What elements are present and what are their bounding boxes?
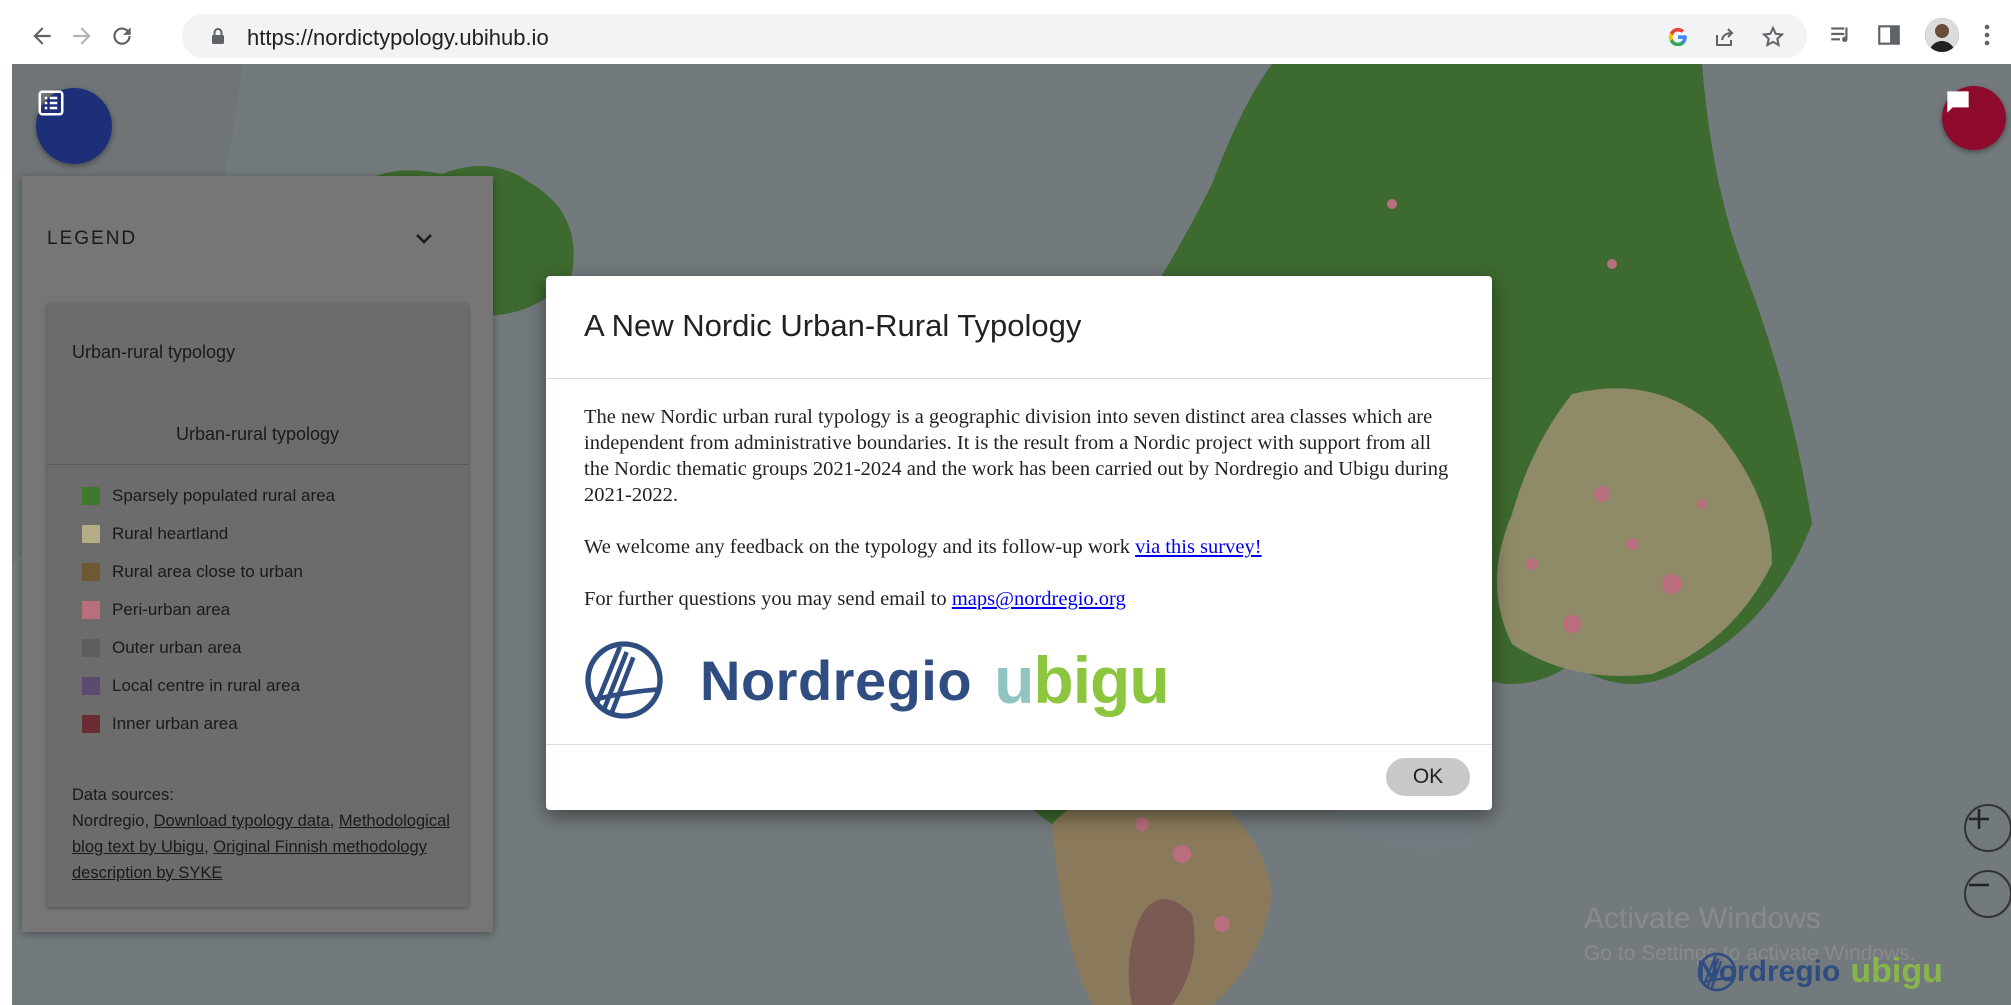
- divider: [47, 464, 468, 465]
- separator: ,: [204, 838, 214, 856]
- side-panel-icon[interactable]: [1874, 20, 1904, 50]
- email-link[interactable]: maps@nordregio.org: [952, 588, 1126, 610]
- contact-text: For further questions you may send email…: [584, 588, 952, 610]
- legend-panel: LEGEND Urban-rural typology Urban-rural …: [22, 176, 493, 932]
- legend-item-label: Sparsely populated rural area: [112, 486, 336, 505]
- data-sources-label: Data sources:: [72, 786, 174, 804]
- ok-button[interactable]: OK: [1386, 758, 1470, 796]
- legend-title: LEGEND: [47, 228, 138, 249]
- screen-edge: [0, 0, 12, 1005]
- legend-item-label: Outer urban area: [112, 638, 242, 657]
- legend-item-label: Peri-urban area: [112, 600, 231, 619]
- legend-item-label: Local centre in rural area: [112, 676, 301, 695]
- dialog-title: A New Nordic Urban-Rural Typology: [584, 308, 1082, 343]
- survey-link[interactable]: via this survey!: [1135, 536, 1261, 558]
- legend-swatch: [82, 677, 100, 695]
- zoom-out-button[interactable]: [1964, 870, 2011, 918]
- share-icon[interactable]: [1712, 24, 1738, 50]
- dialog-paragraph: We welcome any feedback on the typology …: [584, 534, 1459, 560]
- layers-list-button[interactable]: [36, 88, 112, 164]
- data-sources: Data sources: Nordregio, Download typolo…: [72, 782, 462, 886]
- legend-swatch: [82, 639, 100, 657]
- forward-icon[interactable]: [66, 20, 98, 52]
- chevron-down-icon[interactable]: [412, 226, 436, 255]
- legend-item-label: Rural heartland: [112, 524, 229, 543]
- legend-item-label: Rural area close to urban: [112, 562, 303, 581]
- feedback-chat-button[interactable]: [1942, 86, 2006, 150]
- separator: ,: [329, 812, 339, 830]
- footer-ubigu-text: ubigu: [1850, 952, 1943, 990]
- address-bar[interactable]: https://nordictypology.ubihub.io: [182, 14, 1807, 58]
- divider: [546, 744, 1492, 745]
- legend-item: Outer urban area: [82, 637, 241, 659]
- dialog-paragraph: For further questions you may send email…: [584, 586, 1459, 612]
- footer-logos: Nordregio ubigu: [1697, 952, 1943, 992]
- legend-swatch: [82, 487, 100, 505]
- ubigu-logo-text: ubigu: [994, 643, 1170, 717]
- legend-item: Local centre in rural area: [82, 675, 300, 697]
- url-text[interactable]: https://nordictypology.ubihub.io: [247, 25, 549, 51]
- partner-logos: Nordregio ubigu: [584, 638, 1170, 722]
- sources-prefix: Nordregio,: [72, 812, 154, 830]
- lock-icon[interactable]: [210, 27, 226, 50]
- intro-dialog: A New Nordic Urban-Rural Typology The ne…: [546, 276, 1492, 810]
- chat-icon: [1947, 91, 1969, 113]
- back-icon[interactable]: [26, 20, 58, 52]
- plus-icon: [1969, 809, 1989, 829]
- legend-item: Rural heartland: [82, 523, 228, 545]
- dialog-paragraph: The new Nordic urban rural typology is a…: [584, 406, 1449, 506]
- data-sources-links: Nordregio, Download typology data, Metho…: [72, 808, 462, 886]
- legend-card-title: Urban-rural typology: [72, 342, 236, 362]
- legend-item: Sparsely populated rural area: [82, 485, 335, 507]
- divider: [546, 378, 1492, 379]
- legend-card: Urban-rural typology Urban-rural typolog…: [47, 304, 468, 907]
- browser-toolbar: https://nordictypology.ubihub.io: [12, 8, 2011, 65]
- feedback-text: We welcome any feedback on the typology …: [584, 536, 1136, 558]
- legend-item-label: Inner urban area: [112, 714, 238, 733]
- legend-swatch: [82, 525, 100, 543]
- legend-card-subtitle: Urban-rural typology: [175, 424, 340, 444]
- legend-item: Rural area close to urban: [82, 561, 303, 583]
- legend-swatch: [82, 601, 100, 619]
- download-data-link[interactable]: Download typology data: [154, 812, 330, 830]
- reload-icon[interactable]: [106, 20, 138, 52]
- google-icon[interactable]: [1665, 24, 1691, 50]
- bookmark-star-icon[interactable]: [1760, 24, 1786, 50]
- nordregio-logo-text: Nordregio: [700, 648, 973, 712]
- nordregio-logo-icon: [585, 641, 663, 719]
- nordregio-logo-icon: [1697, 952, 1737, 992]
- legend-item: Inner urban area: [82, 713, 238, 735]
- dialog-body: The new Nordic urban rural typology is a…: [584, 404, 1459, 638]
- watermark-title: Activate Windows: [1584, 902, 1821, 935]
- legend-swatch: [82, 715, 100, 733]
- screen-edge-top: [12, 0, 2011, 8]
- list-icon: [38, 90, 64, 116]
- more-icon[interactable]: [1972, 20, 2002, 50]
- zoom-in-button[interactable]: [1964, 804, 2011, 852]
- legend-item: Peri-urban area: [82, 599, 230, 621]
- profile-avatar[interactable]: [1925, 18, 1959, 52]
- media-icon[interactable]: [1826, 20, 1856, 50]
- legend-swatch: [82, 563, 100, 581]
- minus-icon: [1969, 883, 1989, 887]
